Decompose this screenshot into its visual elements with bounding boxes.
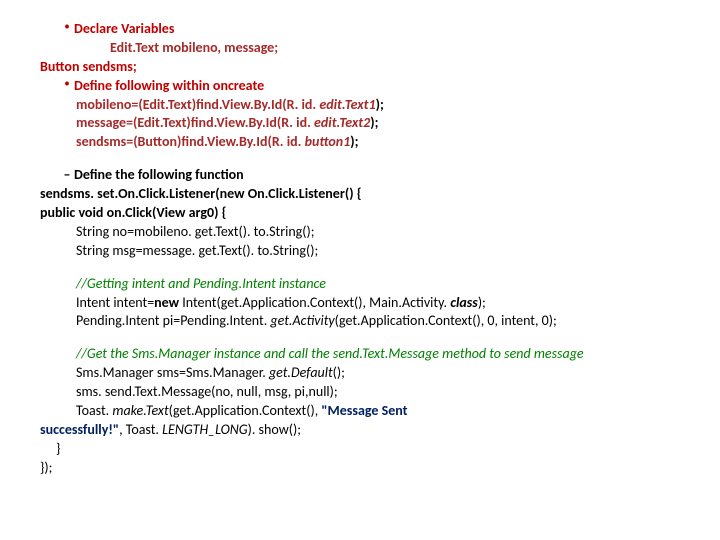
- code-fragment: new: [220, 185, 248, 202]
- code-line: Button sendsms;: [40, 58, 680, 77]
- code-fragment: (get.Application.Context(), 0, intent, 0…: [335, 312, 557, 329]
- code-fragment: ();: [333, 364, 345, 381]
- code-fragment: mobileno=(Edit.Text)find.View.By.Id(R. i…: [76, 96, 319, 113]
- code-fragment: on.Click(View arg0) {: [107, 204, 227, 221]
- bullet-oncreate: • Define following within oncreate: [60, 77, 680, 96]
- code-fragment: public void: [40, 204, 107, 221]
- code-line: public void on.Click(View arg0) {: [40, 204, 680, 223]
- code-fragment: sendsms=(Button)find.View.By.Id(R. id.: [76, 133, 305, 150]
- code-fragment: Intent(get.Application.Context(), Main.A…: [182, 294, 450, 311]
- code-line: });: [40, 459, 680, 478]
- code-fragment: LENGTH_LONG: [162, 421, 247, 438]
- bullet-declare-vars: • Declare Variables: [60, 20, 680, 39]
- bullet-label: Declare Variables: [74, 20, 174, 39]
- code-fragment: , Toast.: [119, 421, 162, 438]
- code-fragment: sendsms. set.On.Click.Listener(: [40, 185, 220, 202]
- code-line: sms. send.Text.Message(no, null, msg, pi…: [76, 383, 680, 402]
- code-line: Sms.Manager sms=Sms.Manager. get.Default…: [76, 364, 680, 383]
- code-fragment: make.Text: [112, 402, 168, 419]
- code-line: sendsms. set.On.Click.Listener(new On.Cl…: [40, 185, 680, 204]
- code-fragment: );: [478, 294, 486, 311]
- code-comment: //Getting intent and Pending.Intent inst…: [76, 275, 680, 294]
- code-line: String msg=message. get.Text(). to.Strin…: [76, 242, 680, 261]
- code-fragment: get.Default: [269, 364, 333, 381]
- code-line: Pending.Intent pi=Pending.Intent. get.Ac…: [76, 312, 680, 331]
- code-fragment: new: [154, 294, 182, 311]
- dash-icon: –: [60, 166, 74, 185]
- dash-label: Define the following function: [74, 166, 244, 185]
- slide-content: • Declare Variables Edit.Text mobileno, …: [0, 0, 720, 488]
- code-fragment: On.Click.Listener() {: [248, 185, 362, 202]
- code-line: String no=mobileno. get.Text(). to.Strin…: [76, 223, 680, 242]
- dash-define-function: – Define the following function: [60, 166, 680, 185]
- code-line: Toast. make.Text(get.Application.Context…: [76, 402, 680, 421]
- code-fragment: Toast.: [76, 402, 112, 419]
- bullet-label: Define following within oncreate: [74, 77, 264, 96]
- code-fragment: Intent intent=: [76, 294, 154, 311]
- code-fragment: successfully!": [40, 421, 119, 438]
- code-line: }: [56, 440, 680, 459]
- code-fragment: (get.Application.Context(),: [169, 402, 322, 419]
- code-line: mobileno=(Edit.Text)find.View.By.Id(R. i…: [76, 96, 680, 115]
- code-line: message=(Edit.Text)find.View.By.Id(R. id…: [76, 114, 680, 133]
- code-fragment: );: [350, 133, 358, 150]
- bullet-icon: •: [60, 77, 74, 96]
- code-fragment: message=(Edit.Text)find.View.By.Id(R. id…: [76, 114, 314, 131]
- code-line: sendsms=(Button)find.View.By.Id(R. id. b…: [76, 133, 680, 152]
- code-line: Intent intent=new Intent(get.Application…: [76, 294, 680, 313]
- code-fragment: );: [376, 96, 384, 113]
- code-line: successfully!", Toast. LENGTH_LONG). sho…: [40, 421, 680, 440]
- code-fragment: get.Activity: [270, 312, 334, 329]
- bullet-icon: •: [60, 20, 74, 39]
- code-fragment: Pending.Intent pi=Pending.Intent.: [76, 312, 270, 329]
- code-fragment: edit.Text2: [314, 114, 370, 131]
- code-fragment: button1: [305, 133, 351, 150]
- code-fragment: "Message Sent: [321, 402, 407, 419]
- code-fragment: ). show();: [248, 421, 301, 438]
- code-comment: //Get the Sms.Manager instance and call …: [76, 345, 680, 364]
- code-fragment: edit.Text1: [319, 96, 375, 113]
- code-fragment: );: [370, 114, 378, 131]
- code-line: Edit.Text mobileno, message;: [110, 39, 680, 58]
- code-fragment: class: [450, 294, 478, 311]
- code-fragment: Sms.Manager sms=Sms.Manager.: [76, 364, 269, 381]
